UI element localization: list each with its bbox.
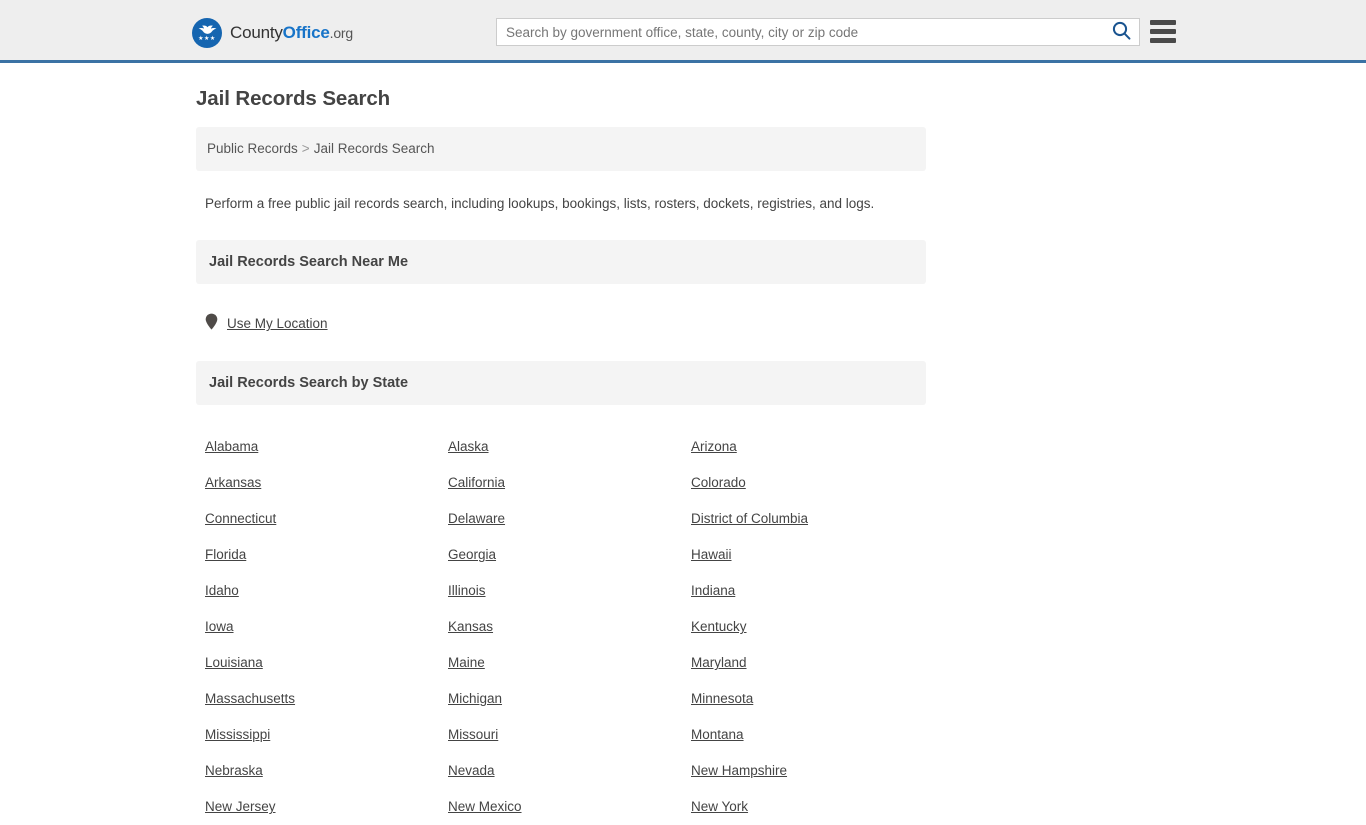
state-link-massachusetts[interactable]: Massachusetts [205,691,295,706]
state-link-alaska[interactable]: Alaska [448,439,489,454]
state-cell: New York [691,789,935,825]
hamburger-bar-1 [1150,20,1176,25]
page-title: Jail Records Search [196,87,391,110]
state-cell: New Hampshire [691,753,935,789]
state-cell: New Mexico [448,789,691,825]
state-link-florida[interactable]: Florida [205,547,246,562]
state-link-maine[interactable]: Maine [448,655,485,670]
state-cell: Indiana [691,573,935,609]
hamburger-bar-3 [1150,38,1176,43]
use-my-location-link[interactable]: Use My Location [227,316,328,331]
breadcrumb-link-public-records[interactable]: Public Records [207,141,298,156]
state-link-arkansas[interactable]: Arkansas [205,475,261,490]
use-my-location-row[interactable]: Use My Location [205,313,926,335]
state-link-kentucky[interactable]: Kentucky [691,619,747,634]
breadcrumb-current: Jail Records Search [313,141,435,156]
state-link-alabama[interactable]: Alabama [205,439,258,454]
hamburger-menu-icon[interactable] [1150,20,1176,43]
state-cell: Connecticut [205,501,448,537]
state-cell: Mississippi [205,717,448,753]
site-logo-text: CountyOffice.org [230,23,353,43]
main-content: Jail Records Search Public Records > Jail … [196,63,926,825]
state-cell: Montana [691,717,935,753]
logo-text-office: Office [282,23,330,42]
state-link-indiana[interactable]: Indiana [691,583,735,598]
state-cell: Hawaii [691,537,935,573]
state-cell: Nebraska [205,753,448,789]
state-cell: Arkansas [205,465,448,501]
state-cell: District of Columbia [691,501,935,537]
state-link-new-hampshire[interactable]: New Hampshire [691,763,787,778]
state-link-georgia[interactable]: Georgia [448,547,496,562]
state-link-mississippi[interactable]: Mississippi [205,727,270,742]
state-link-michigan[interactable]: Michigan [448,691,502,706]
state-cell: Minnesota [691,681,935,717]
logo-text-org: .org [329,25,354,41]
three-stars-icon: ★★★ [198,35,216,42]
state-cell: Louisiana [205,645,448,681]
site-header: ★★★ CountyOffice.org [0,0,1366,63]
state-link-arizona[interactable]: Arizona [691,439,737,454]
state-link-california[interactable]: California [448,475,505,490]
section-heading-near-me: Jail Records Search Near Me [196,239,926,284]
state-link-connecticut[interactable]: Connecticut [205,511,276,526]
breadcrumb: Public Records > Jail Records Search [196,127,926,171]
state-cell: Alabama [205,429,448,465]
state-link-illinois[interactable]: Illinois [448,583,486,598]
state-link-nevada[interactable]: Nevada [448,763,495,778]
state-cell: Arizona [691,429,935,465]
state-cell: Idaho [205,573,448,609]
state-link-missouri[interactable]: Missouri [448,727,498,742]
state-link-hawaii[interactable]: Hawaii [691,547,732,562]
state-link-new-mexico[interactable]: New Mexico [448,799,522,814]
search-icon [1112,21,1131,43]
state-link-iowa[interactable]: Iowa [205,619,234,634]
state-link-new-york[interactable]: New York [691,799,748,814]
state-cell: Delaware [448,501,691,537]
state-cell: California [448,465,691,501]
state-cell: Colorado [691,465,935,501]
site-logo[interactable]: ★★★ CountyOffice.org [192,18,353,48]
state-cell: Georgia [448,537,691,573]
search-input[interactable] [497,19,1103,45]
state-cell: Iowa [205,609,448,645]
map-pin-icon [205,313,218,335]
state-link-new-jersey[interactable]: New Jersey [205,799,276,814]
state-cell: Missouri [448,717,691,753]
section-heading-by-state: Jail Records Search by State [196,360,926,405]
state-link-nebraska[interactable]: Nebraska [205,763,263,778]
hamburger-bar-2 [1150,29,1176,34]
state-link-kansas[interactable]: Kansas [448,619,493,634]
state-cell: Alaska [448,429,691,465]
search-button[interactable] [1103,19,1139,45]
state-cell: Maine [448,645,691,681]
logo-text-county: County [230,23,283,42]
intro-description: Perform a free public jail records searc… [205,196,875,211]
eagle-seal-icon: ★★★ [192,18,222,48]
state-cell: Massachusetts [205,681,448,717]
state-cell: Kentucky [691,609,935,645]
state-link-minnesota[interactable]: Minnesota [691,691,753,706]
state-links-grid: Alabama Alaska Arizona Arkansas California Co… [205,405,926,825]
state-cell: Florida [205,537,448,573]
breadcrumb-separator: > [301,141,310,156]
state-cell: Nevada [448,753,691,789]
state-link-maryland[interactable]: Maryland [691,655,747,670]
state-cell: Maryland [691,645,935,681]
state-link-delaware[interactable]: Delaware [448,511,505,526]
state-link-louisiana[interactable]: Louisiana [205,655,263,670]
state-cell: Illinois [448,573,691,609]
state-link-idaho[interactable]: Idaho [205,583,239,598]
state-cell: Kansas [448,609,691,645]
state-cell: Michigan [448,681,691,717]
search-bar[interactable] [496,18,1140,46]
state-link-montana[interactable]: Montana [691,727,744,742]
state-link-district-of-columbia[interactable]: District of Columbia [691,511,808,526]
state-link-colorado[interactable]: Colorado [691,475,746,490]
state-cell: New Jersey [205,789,448,825]
